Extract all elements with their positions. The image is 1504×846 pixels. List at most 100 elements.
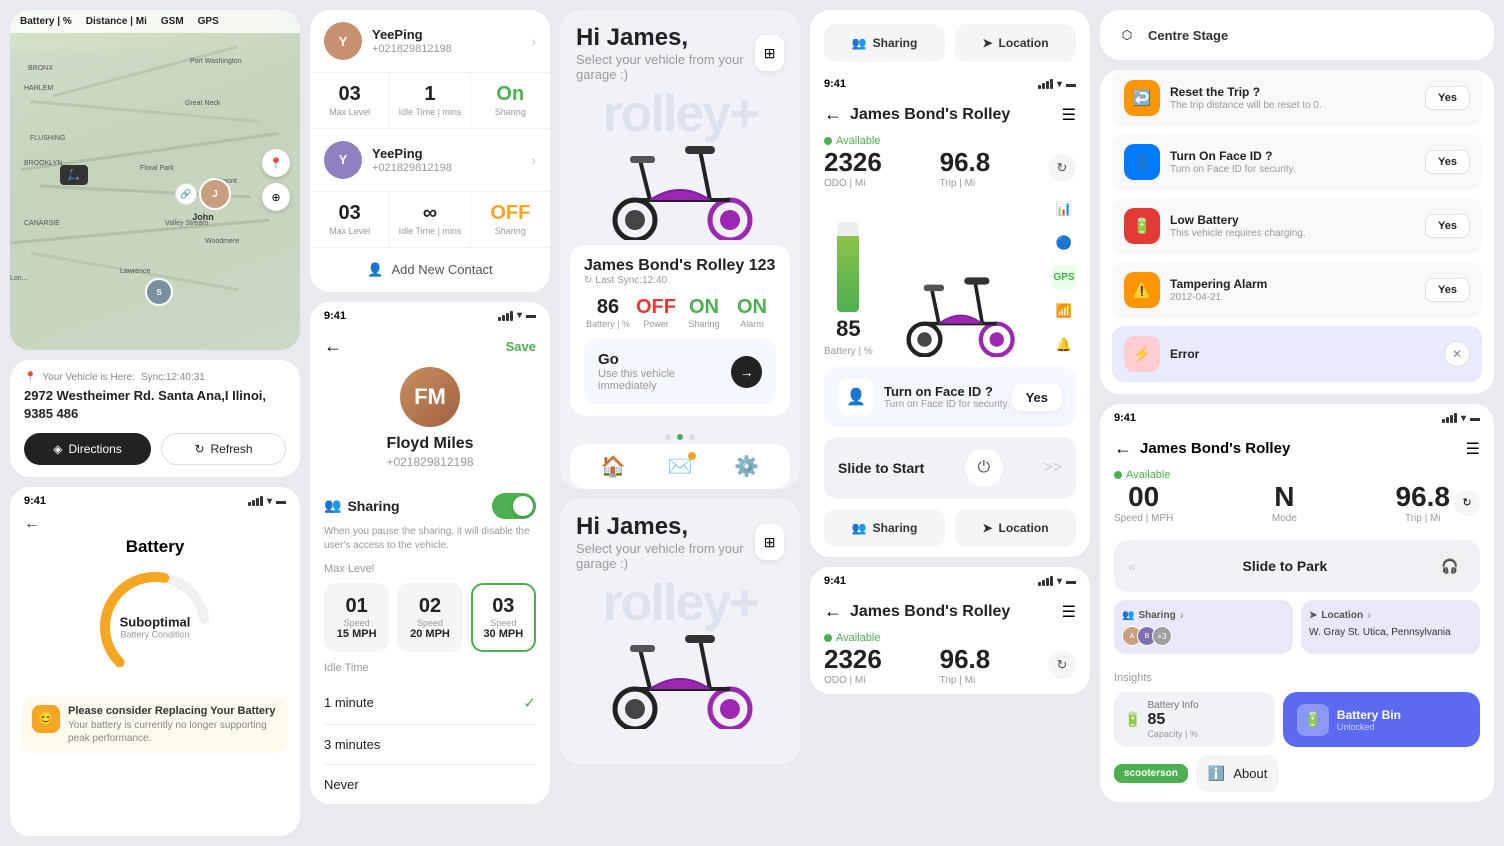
column-1: Battery | % Distance | Mi GSM GPS bbox=[10, 10, 300, 836]
map-label-flushing: FLUSHING bbox=[30, 135, 65, 142]
battery-bin-button[interactable]: 🔋 Battery Bin Unlocked bbox=[1283, 692, 1480, 747]
go-button-1[interactable]: Go Use this vehicle immediately → bbox=[584, 339, 776, 404]
idle-option-label-1: 1 minute bbox=[324, 695, 374, 710]
battery-icon-p: ▬ bbox=[526, 310, 536, 321]
contact-info-2: Y YeePing +021829812198 bbox=[324, 141, 452, 179]
menu-icon-rolley-2[interactable]: ☰ bbox=[1062, 602, 1076, 622]
sharing-button-1[interactable]: 👥 Sharing bbox=[824, 509, 945, 547]
scooter-hero-1 bbox=[560, 130, 800, 245]
notif-yes-4[interactable]: Yes bbox=[1425, 278, 1470, 302]
footer-row: scooterson ℹ️ About bbox=[1114, 755, 1480, 802]
trip-refresh-button[interactable]: ↻ bbox=[1454, 490, 1480, 516]
speed-option-2[interactable]: 02 Speed 20 MPH bbox=[397, 583, 462, 652]
trip-group-2: 96.8 Trip | Mi bbox=[940, 644, 991, 686]
back-arrow-rolley-2[interactable]: ← bbox=[824, 601, 842, 622]
map-label-port: Port Washington bbox=[190, 58, 242, 65]
notif-desc-2: Turn on Face ID for security. bbox=[1170, 164, 1296, 175]
crosshair-button[interactable]: ⊕ bbox=[262, 183, 290, 211]
notif-yes-1[interactable]: Yes bbox=[1425, 86, 1470, 110]
menu-icon-ride[interactable]: ☰ bbox=[1466, 439, 1480, 459]
chevron-sharing: › bbox=[1180, 608, 1184, 622]
settings-nav-icon[interactable]: ⚙️ bbox=[734, 454, 759, 479]
location-pin-button[interactable]: 📍 bbox=[262, 149, 290, 177]
battery-bin-sub: Unlocked bbox=[1337, 722, 1401, 732]
status-bar-ride: 9:41 ▾ ▬ bbox=[1100, 404, 1494, 428]
back-arrow-rolley-1[interactable]: ← bbox=[824, 104, 842, 125]
contact-name-2: YeePing bbox=[372, 146, 452, 161]
contact-details-2: YeePing +021829812198 bbox=[372, 146, 452, 174]
location-header-button[interactable]: ➤ Location bbox=[955, 24, 1076, 62]
speed-value: 00 bbox=[1114, 481, 1173, 513]
centre-stage-title: Centre Stage bbox=[1148, 28, 1228, 43]
trip-value-ride: 96.8 bbox=[1396, 481, 1451, 513]
mode-unit-label: Mode bbox=[1272, 513, 1297, 524]
speed-num-3: 03 bbox=[479, 595, 528, 618]
hi-text-2: Hi James, bbox=[576, 513, 755, 541]
sharing-value-2: OFF bbox=[479, 202, 542, 225]
idle-option-3[interactable]: Never bbox=[324, 765, 536, 804]
face-id-yes-button-1[interactable]: Yes bbox=[1012, 384, 1062, 411]
hi-sub: Select your vehicle from your garage :) bbox=[576, 52, 755, 82]
sharing-toggle[interactable] bbox=[492, 493, 536, 519]
back-arrow-battery[interactable]: ← bbox=[10, 511, 300, 537]
contact-item-1[interactable]: Y YeePing +021829812198 › bbox=[310, 10, 550, 73]
odo-trip-row-2: 2326 ODO | Mi 96.8 Trip | Mi ↻ bbox=[810, 644, 1090, 694]
notif-yes-2[interactable]: Yes bbox=[1425, 150, 1470, 174]
save-button[interactable]: Save bbox=[506, 339, 536, 354]
warning-desc: Your battery is currently no longer supp… bbox=[68, 719, 278, 745]
odo-label-2: ODO | Mi bbox=[824, 675, 882, 686]
speed-option-1[interactable]: 01 Speed 15 MPH bbox=[324, 583, 389, 652]
map-label-harlem: HARLEM bbox=[24, 85, 53, 92]
refresh-label: Refresh bbox=[211, 442, 253, 456]
garage-menu-button-2[interactable]: ⊞ bbox=[755, 524, 784, 560]
bottom-nav-1: 🏠 ✉️ ⚙️ bbox=[570, 444, 790, 489]
scooter-hero-2 bbox=[560, 619, 800, 734]
refresh-button[interactable]: ↻ Refresh bbox=[161, 433, 286, 465]
idle-time-value-1: 1 bbox=[398, 83, 461, 106]
garage-greeting-2: Hi James, Select your vehicle from your … bbox=[576, 513, 755, 571]
close-error-button[interactable]: ✕ bbox=[1444, 341, 1470, 367]
sharing-header-button[interactable]: 👥 Sharing bbox=[824, 24, 945, 62]
map-label-neck: Great Neck bbox=[185, 100, 220, 107]
power-button-1[interactable]: ⏻ bbox=[965, 449, 1003, 487]
menu-icon-rolley-1[interactable]: ☰ bbox=[1062, 105, 1076, 125]
refresh-button-rolley-2[interactable]: ↻ bbox=[1048, 651, 1076, 679]
face-id-text-1: Turn on Face ID ? Turn on Face ID for se… bbox=[884, 384, 1010, 410]
contact-item-2[interactable]: Y YeePing +021829812198 › bbox=[310, 129, 550, 192]
contact-stats-2: 03 Max Level ∞ Idle Time | mins OFF Shar… bbox=[310, 192, 550, 248]
garage-card-top: Hi James, Select your vehicle from your … bbox=[560, 10, 800, 489]
location-btn-icon: ➤ bbox=[982, 36, 992, 50]
mail-nav-icon[interactable]: ✉️ bbox=[668, 454, 693, 479]
sync-icon-1: ↻ bbox=[584, 275, 592, 286]
location-button-1[interactable]: ➤ Location bbox=[955, 509, 1076, 547]
sharing-text: Sharing bbox=[347, 498, 399, 514]
battery-gauge: Suboptimal Battery Condition bbox=[95, 567, 215, 687]
headphones-icon: 🎧 bbox=[1434, 550, 1466, 582]
chevron-right-1: › bbox=[531, 33, 536, 49]
distance-status: Distance | Mi bbox=[86, 16, 147, 27]
sharing-icon: 👥 bbox=[324, 497, 341, 514]
add-contact-button[interactable]: 👤 Add New Contact bbox=[310, 248, 550, 292]
map-label-canarsie: CANARSIE bbox=[24, 220, 60, 227]
battery-bin-icon: 🔋 bbox=[1297, 704, 1329, 736]
about-item[interactable]: ℹ️ About bbox=[1196, 755, 1279, 792]
sync-info: 📍 Your Vehicle is Here: Sync:12:40:31 bbox=[24, 372, 286, 383]
scooter-battery-row-1: 85 Battery | % 📊 🔵 bbox=[810, 197, 1090, 367]
notif-left-4: ⚠️ Tampering Alarm 2012-04-21 bbox=[1124, 272, 1267, 308]
directions-button[interactable]: ◈ Directions bbox=[24, 433, 151, 465]
idle-time-stat-1: 1 Idle Time | mins bbox=[390, 73, 470, 128]
idle-option-2[interactable]: 3 minutes bbox=[324, 725, 536, 765]
dot-2 bbox=[677, 434, 683, 440]
speed-option-3[interactable]: 03 Speed 30 MPH bbox=[471, 583, 536, 652]
garage-menu-button[interactable]: ⊞ bbox=[755, 35, 784, 71]
john-label: John bbox=[192, 212, 214, 222]
notif-reset-trip: ↩️ Reset the Trip ? The trip distance wi… bbox=[1112, 70, 1482, 126]
notif-yes-3[interactable]: Yes bbox=[1425, 214, 1470, 238]
back-arrow-profile[interactable]: ← bbox=[324, 336, 342, 357]
back-arrow-ride[interactable]: ← bbox=[1114, 438, 1132, 459]
refresh-button-rolley-1[interactable]: ↻ bbox=[1048, 154, 1076, 182]
idle-option-1[interactable]: 1 minute ✓ bbox=[324, 682, 536, 725]
garage-header-2: Hi James, Select your vehicle from your … bbox=[560, 499, 800, 577]
home-nav-icon[interactable]: 🏠 bbox=[601, 454, 626, 479]
face-id-icon-1: 👤 bbox=[838, 379, 874, 415]
